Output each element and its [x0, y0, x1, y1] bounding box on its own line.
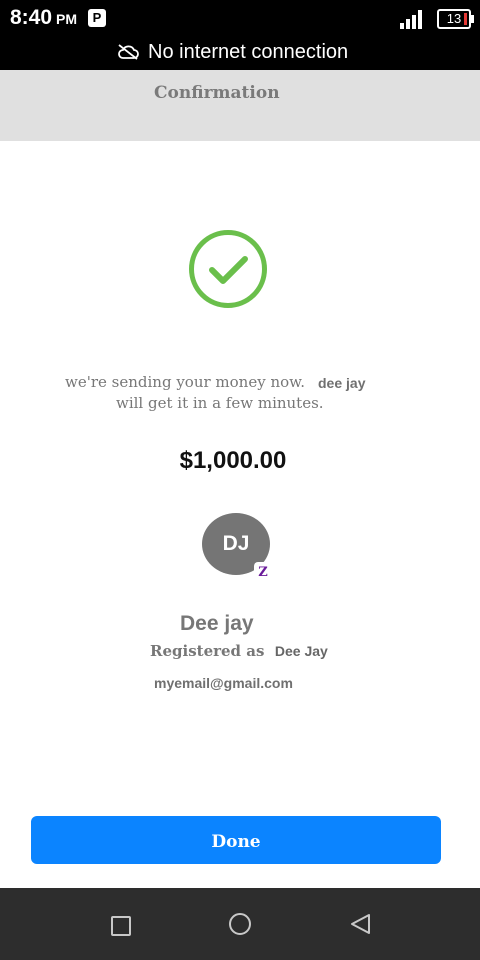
system-nav-bar [0, 888, 480, 960]
zelle-badge-icon: Z [254, 562, 272, 582]
check-circle-icon [189, 230, 267, 308]
registered-as-row: Registered as Dee Jay [150, 642, 328, 661]
amount: $1,000.00 [179, 447, 287, 474]
recipient-email: myemail@gmail.com [154, 675, 293, 691]
back-triangle-icon[interactable] [349, 912, 373, 936]
app-bar: Confirmation [0, 70, 480, 141]
status-time: 8:40 PM [10, 6, 78, 29]
home-circle-icon[interactable] [229, 913, 251, 935]
status-ampm: PM [56, 11, 78, 27]
status-bar: 8:40 PM P 13 No internet connection [0, 0, 480, 70]
recipient-name: Dee jay [180, 612, 254, 635]
done-button[interactable]: Done [31, 816, 441, 864]
page-title: Confirmation [154, 83, 280, 103]
network-message: No internet connection [148, 41, 349, 63]
message-line-2: will get it in a few minutes. [116, 394, 324, 412]
registered-label: Registered as [150, 642, 265, 660]
message-line-1: we're sending your money now. [65, 373, 305, 391]
signal-icon [400, 9, 426, 29]
recipient-short-name: dee jay [318, 375, 366, 391]
cloud-off-icon [118, 44, 139, 60]
network-banner: No internet connection [0, 39, 480, 67]
app-notification-icon: P [88, 9, 106, 27]
registered-name: Dee Jay [274, 643, 328, 659]
battery-icon: 13 [437, 9, 474, 29]
battery-level: 13 [446, 11, 462, 26]
square-nav-icon[interactable] [111, 916, 131, 936]
